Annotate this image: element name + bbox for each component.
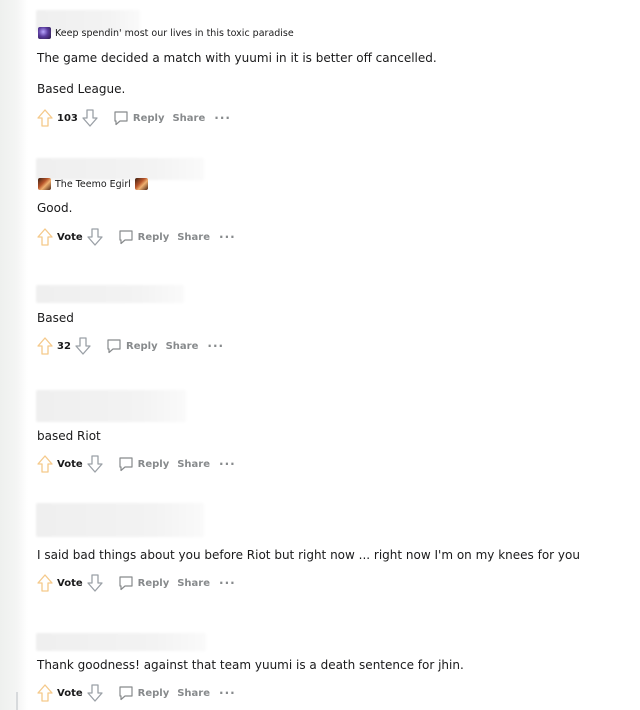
vote-label: Vote: [57, 687, 83, 699]
reply-button[interactable]: Reply: [118, 456, 170, 472]
downvote-button[interactable]: [81, 108, 99, 128]
user-flair: Keep spendin' most our lives in this tox…: [38, 27, 294, 39]
comment-2: The Teemo Egirl Good. Vote Reply Share ·…: [36, 158, 626, 253]
user-flair-text: The Teemo Egirl: [55, 178, 131, 190]
comment-text: The game decided a match with yuumi in i…: [37, 51, 437, 65]
comment-bubble-icon: [119, 576, 133, 591]
comment-actions: Vote Reply Share ···: [36, 683, 236, 703]
more-options-button[interactable]: ···: [219, 687, 236, 699]
upvote-arrow-icon: [37, 228, 53, 246]
comment-bubble-icon: [119, 686, 133, 701]
comment-bubble-icon: [107, 339, 121, 354]
upvote-button[interactable]: [36, 227, 54, 247]
reply-button[interactable]: Reply: [113, 110, 165, 126]
upvote-button[interactable]: [36, 454, 54, 474]
redacted-username: [36, 633, 206, 651]
comment-actions: Vote Reply Share ···: [36, 227, 236, 247]
thread-line[interactable]: [16, 692, 18, 710]
downvote-button[interactable]: [86, 683, 104, 703]
vote-score: 103: [57, 112, 78, 124]
comment-3: Based 32 Reply Share ···: [36, 285, 626, 365]
comment-bubble-icon: [114, 111, 128, 126]
purple-flair-icon: [38, 27, 51, 39]
reply-label: Reply: [137, 687, 170, 699]
comment-actions: 103 Reply Share ···: [36, 108, 231, 128]
comment-4: based Riot Vote Reply Share ···: [36, 390, 626, 480]
share-button[interactable]: Share: [177, 688, 210, 699]
user-flair: The Teemo Egirl: [38, 178, 148, 190]
comment-text: based Riot: [37, 429, 101, 443]
more-options-button[interactable]: ···: [219, 577, 236, 589]
redacted-username: [36, 503, 204, 537]
redacted-username: [36, 285, 184, 303]
vote-label: Vote: [57, 458, 83, 470]
comment-1: Keep spendin' most our lives in this tox…: [36, 10, 626, 135]
downvote-arrow-icon: [75, 337, 91, 355]
downvote-button[interactable]: [86, 573, 104, 593]
comment-6: Thank goodness! against that team yuumi …: [36, 633, 626, 710]
comment-text: Based League.: [37, 82, 126, 96]
upvote-button[interactable]: [36, 683, 54, 703]
share-button[interactable]: Share: [177, 578, 210, 589]
downvote-arrow-icon: [86, 684, 103, 702]
vote-score: 32: [57, 340, 71, 352]
upvote-arrow-icon: [37, 337, 53, 355]
downvote-arrow-icon: [86, 455, 103, 473]
comment-actions: Vote Reply Share ···: [36, 573, 236, 593]
reply-label: Reply: [126, 340, 158, 352]
reply-button[interactable]: Reply: [106, 338, 158, 354]
reply-button[interactable]: Reply: [118, 575, 170, 591]
comment-text: I said bad things about you before Riot …: [37, 548, 580, 562]
comment-bubble-icon: [119, 230, 133, 245]
reply-button[interactable]: Reply: [118, 685, 170, 701]
downvote-arrow-icon: [86, 574, 103, 592]
comment-5: I said bad things about you before Riot …: [36, 503, 626, 598]
vote-label: Vote: [57, 231, 83, 243]
upvote-button[interactable]: [36, 108, 54, 128]
teemo-flair-icon: [38, 178, 51, 190]
comment-text: Thank goodness! against that team yuumi …: [37, 658, 464, 672]
downvote-button[interactable]: [86, 454, 104, 474]
reply-label: Reply: [137, 231, 170, 243]
thread-rail: [0, 0, 28, 710]
reply-label: Reply: [132, 112, 165, 124]
teemo-flair-icon: [134, 178, 148, 190]
vote-label: Vote: [57, 577, 83, 589]
upvote-arrow-icon: [37, 109, 53, 127]
comment-text: Based: [37, 311, 74, 325]
share-button[interactable]: Share: [177, 459, 210, 470]
more-options-button[interactable]: ···: [214, 112, 231, 124]
comment-bubble-icon: [119, 457, 133, 472]
downvote-button[interactable]: [86, 227, 104, 247]
comment-actions: Vote Reply Share ···: [36, 454, 236, 474]
upvote-arrow-icon: [37, 455, 53, 473]
share-button[interactable]: Share: [172, 113, 205, 124]
more-options-button[interactable]: ···: [219, 458, 236, 470]
upvote-arrow-icon: [37, 574, 53, 592]
upvote-button[interactable]: [36, 336, 54, 356]
comment-actions: 32 Reply Share ···: [36, 336, 224, 356]
share-button[interactable]: Share: [177, 232, 210, 243]
downvote-arrow-icon: [82, 109, 98, 127]
reply-button[interactable]: Reply: [118, 229, 170, 245]
comment-text: Good.: [37, 201, 73, 215]
reply-label: Reply: [137, 577, 170, 589]
user-flair-text: Keep spendin' most our lives in this tox…: [55, 27, 294, 39]
more-options-button[interactable]: ···: [207, 340, 224, 352]
more-options-button[interactable]: ···: [219, 231, 236, 243]
upvote-arrow-icon: [37, 684, 53, 702]
reply-label: Reply: [137, 458, 170, 470]
share-button[interactable]: Share: [166, 341, 199, 352]
downvote-arrow-icon: [86, 228, 103, 246]
upvote-button[interactable]: [36, 573, 54, 593]
redacted-username: [36, 158, 204, 180]
downvote-button[interactable]: [74, 336, 92, 356]
redacted-username: [36, 390, 186, 422]
